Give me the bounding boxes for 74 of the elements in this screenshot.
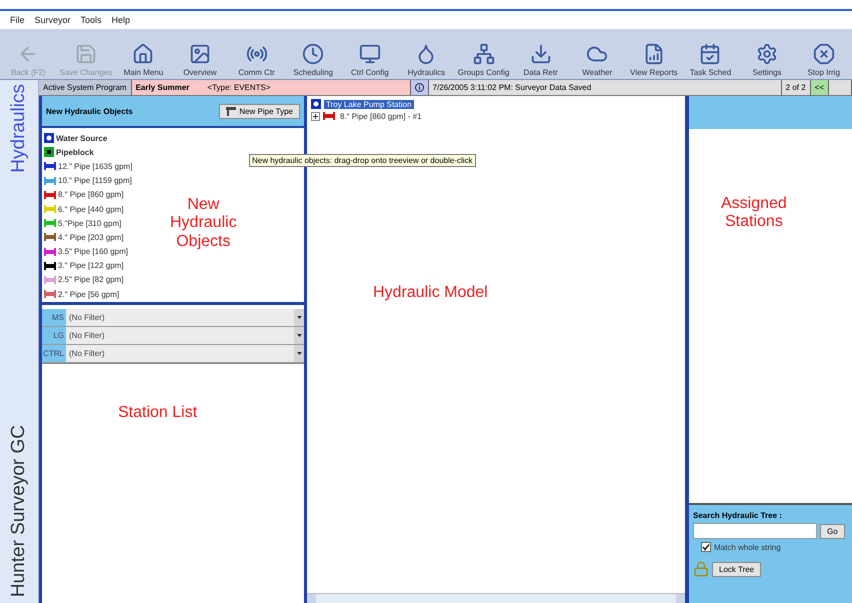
checkbox-label: Match whole string [714,542,781,552]
settings-icon [756,43,778,65]
toolbar-button[interactable]: Scheduling [284,29,342,79]
hydraulic-object[interactable]: 5."Pipe [310 gpm] [44,216,152,230]
toolbar-button[interactable]: Main Menu [115,29,172,79]
hydraulic-object[interactable]: 6." Pipe [440 gpm] [44,202,152,216]
toolbar-button[interactable]: Hydraulics [398,29,455,79]
next-button[interactable] [829,80,852,95]
calendar-icon [699,43,722,65]
annotation-label: Hydraulic Model [373,284,488,302]
filter-label: MS [42,309,66,326]
clock-icon [302,43,324,65]
menu-item[interactable]: Help [112,15,130,25]
status-message: 7/26/2005 3:11:02 PM: Surveyor Data Saved [428,80,782,95]
page-indicator: 2 of 2 [782,80,811,95]
dropdown-arrow-icon [296,352,302,355]
previous-button[interactable]: << [810,80,829,95]
toolbar-button[interactable]: Comm Ctr [228,29,285,79]
expand-toggle[interactable] [311,112,320,120]
dropdown-arrow-icon [296,334,302,337]
house-icon [132,43,154,65]
download-icon [530,43,552,65]
network-icon [472,43,495,65]
menu-item[interactable]: Tools [80,15,102,25]
toolbar-button[interactable]: Settings [738,29,796,79]
monitor-icon [358,43,381,65]
hydraulic-object[interactable]: Water Source [44,131,152,146]
menu-item[interactable]: File [10,15,25,25]
tree-node[interactable]: Troy Lake Pump Station [324,100,414,108]
checkbox[interactable] [701,542,711,552]
picture-icon [189,43,211,65]
filter-dropdown[interactable]: (No Filter) [66,327,304,344]
hydraulic-object[interactable]: Pipeblock [44,145,152,160]
hydraulic-object[interactable]: 3.5" Pipe [160 gpm] [44,244,152,259]
toolbar-button[interactable]: Overview [172,29,228,79]
tree-node[interactable]: 8." Pipe [860 gpm] - #1 [338,112,424,120]
toolbar-button[interactable]: Ctrl Config [342,29,398,79]
hydraulic-object[interactable]: 2." Pipe [56 gpm] [44,287,152,302]
tooltip: New hydraulic objects: drag-drop onto treeview or double-click [249,154,476,167]
panel-title: New Hydraulic Objects [46,106,133,116]
app-title: Hunter Surveyor GC [8,424,30,597]
filter-dropdown[interactable]: (No Filter) [66,345,304,362]
annotation-label: New Hydraulic Objects [170,196,237,252]
menu-item[interactable]: Surveyor [34,15,71,25]
padlock-icon [693,561,709,577]
annotation-label: Assigned Stations [721,195,787,232]
hydraulic-object[interactable]: 4." Pipe [203 gpm] [44,230,152,244]
hydraulic-object[interactable]: 3." Pipe [122 gpm] [44,258,152,273]
hydraulic-object[interactable]: 10." Pipe [1159 gpm] [44,174,152,188]
toolbar-button[interactable]: Task Sched [682,29,739,79]
toolbar-button[interactable]: Stop Irrig [795,29,852,79]
program-name: Early Summer <Type: EVENTS> [132,80,411,95]
hydraulic-object[interactable]: 12." Pipe [1635 gpm] [44,159,152,174]
filter-dropdown[interactable]: (No Filter) [66,309,304,326]
toolbar-button[interactable]: View Reports [626,29,682,79]
horizontal-scrollbar[interactable] [307,593,685,603]
pipe-icon [226,106,236,116]
go-button[interactable]: Go [820,524,845,538]
program-label: Active System Program [39,80,132,95]
toolbar-button[interactable]: Weather [568,29,626,79]
dropdown-arrow-icon [296,316,302,319]
toolbar-button[interactable]: Groups Config [454,29,512,79]
filter-label: CTRL [42,345,66,362]
filter-label: LG [42,327,66,344]
sidebar-tab[interactable]: Hydraulics [8,84,30,173]
hydraulic-object[interactable]: 2.5" Pipe [82 gpm] [44,272,152,288]
hydraulic-object[interactable]: 8." Pipe [860 gpm] [44,188,152,202]
lock-tree-button[interactable]: Lock Tree [712,562,762,576]
search-label: Search Hydraulic Tree : [693,511,783,520]
new-pipe-type-button[interactable]: New Pipe Type [219,104,300,118]
search-field[interactable] [693,523,817,539]
stop-icon [812,43,835,65]
annotation-label: Station List [118,404,198,422]
toolbar-button[interactable]: Data Retr [512,29,569,79]
